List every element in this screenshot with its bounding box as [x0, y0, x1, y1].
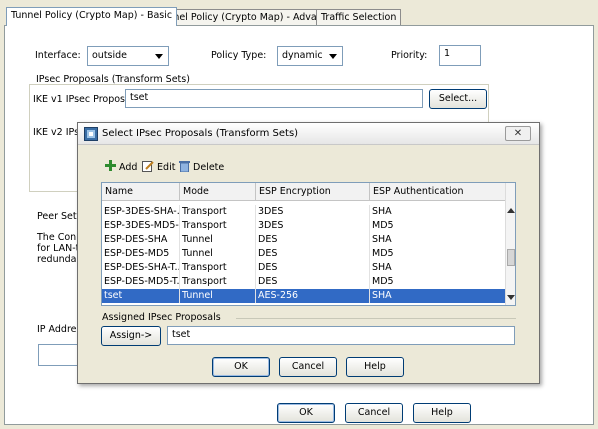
cell-esp-encryption: DES — [256, 261, 370, 275]
cell-name: ESP-DES-MD5 — [102, 247, 180, 261]
dialog-titlebar[interactable]: Select IPsec Proposals (Transform Sets) … — [78, 123, 539, 145]
interface-value: outside — [92, 50, 128, 61]
interface-label: Interface: — [35, 50, 81, 61]
peer-text-line-3: redundan — [37, 254, 83, 265]
interface-select[interactable]: outside — [87, 46, 169, 66]
column-header-esp-encryption[interactable]: ESP Encryption — [256, 183, 370, 201]
column-header-name[interactable]: Name — [102, 183, 180, 201]
dialog-help-button[interactable]: Help — [346, 357, 404, 377]
policy-type-select[interactable]: dynamic — [277, 46, 343, 66]
cell-esp-authentication: MD5 — [370, 219, 507, 233]
dialog-cancel-button[interactable]: Cancel — [279, 357, 337, 377]
add-button[interactable]: Add — [103, 157, 139, 177]
cell-mode: Transport — [180, 261, 256, 275]
dialog-ok-button[interactable]: OK — [212, 357, 270, 377]
cell-esp-encryption: AES-256 — [256, 289, 370, 303]
cell-mode: Transport — [180, 275, 256, 289]
cell-name: ESP-3DES-SHA-... — [104, 205, 180, 219]
delete-button[interactable]: Delete — [177, 157, 226, 177]
cell-esp-authentication: MD5 — [370, 247, 507, 261]
assign-button[interactable]: Assign-> — [101, 326, 161, 346]
tab-traffic-selection[interactable]: Traffic Selection — [316, 9, 402, 25]
chevron-down-icon — [152, 49, 166, 63]
policy-type-label: Policy Type: — [211, 50, 267, 61]
plus-icon — [105, 160, 116, 171]
edit-button[interactable]: Edit — [140, 157, 177, 177]
cell-mode: Tunnel — [180, 233, 256, 247]
scroll-thumb[interactable] — [507, 249, 515, 266]
edit-label: Edit — [157, 162, 176, 173]
cell-name: ESP-DES-SHA — [102, 233, 180, 247]
scroll-down-icon[interactable] — [507, 295, 515, 300]
cell-esp-encryption: DES — [256, 275, 370, 289]
chevron-down-icon — [326, 49, 340, 63]
table-header: Name Mode ESP Encryption ESP Authenticat… — [102, 183, 507, 201]
close-button[interactable]: ✕ — [505, 126, 531, 141]
assigned-divider — [236, 318, 516, 319]
assigned-title: Assigned IPsec Proposals — [102, 312, 221, 323]
cell-name: ESP-3DES-MD5-... — [104, 219, 180, 233]
table-row[interactable]: ESP-DES-MD5-T... Transport DES MD5 — [102, 275, 507, 289]
table-rows: ESP-3DES-SHA-... Transport 3DES SHA ESP-… — [102, 205, 507, 303]
close-icon: ✕ — [513, 128, 523, 139]
priority-label: Priority: — [391, 50, 428, 61]
assigned-proposals-input[interactable]: tset — [167, 326, 515, 345]
help-button[interactable]: Help — [413, 403, 471, 423]
edit-icon — [142, 161, 154, 172]
cell-name: ESP-DES-MD5-T... — [104, 275, 180, 289]
tab-basic[interactable]: Tunnel Policy (Crypto Map) - Basic — [6, 7, 178, 26]
table-row-selected[interactable]: tset Tunnel AES-256 SHA — [102, 289, 507, 303]
cell-esp-authentication: MD5 — [370, 275, 507, 289]
table-row[interactable]: ESP-3DES-SHA-... Transport 3DES SHA — [102, 205, 507, 219]
table-row[interactable]: ESP-DES-SHA Tunnel DES SHA — [102, 233, 507, 247]
select-button[interactable]: Select... — [429, 89, 487, 109]
scroll-up-icon[interactable] — [507, 208, 515, 213]
cell-esp-authentication: SHA — [370, 205, 507, 219]
cell-mode: Transport — [180, 205, 256, 219]
column-header-mode[interactable]: Mode — [180, 183, 256, 201]
table-row[interactable]: ESP-3DES-MD5-... Transport 3DES MD5 — [102, 219, 507, 233]
ok-button[interactable]: OK — [277, 403, 335, 423]
ikev1-label: IKE v1 IPsec Proposal: — [33, 94, 137, 105]
priority-input[interactable]: 1 — [439, 45, 481, 66]
select-ipsec-proposals-dialog: Select IPsec Proposals (Transform Sets) … — [77, 122, 540, 384]
column-header-esp-authentication[interactable]: ESP Authentication — [370, 183, 507, 201]
table-row[interactable]: ESP-DES-SHA-T... Transport DES SHA — [102, 261, 507, 275]
dialog-title: Select IPsec Proposals (Transform Sets) — [102, 128, 299, 139]
ikev1-proposal-input[interactable]: tset — [125, 89, 423, 108]
cell-mode: Tunnel — [180, 247, 256, 261]
cell-name: ESP-DES-SHA-T... — [104, 261, 180, 275]
cell-mode: Tunnel — [180, 289, 256, 303]
delete-label: Delete — [193, 162, 225, 173]
cell-esp-encryption: DES — [256, 233, 370, 247]
cell-esp-authentication: SHA — [370, 289, 507, 303]
table-row[interactable]: ESP-DES-MD5 Tunnel DES MD5 — [102, 247, 507, 261]
cell-name: tset — [102, 289, 180, 303]
cell-esp-encryption: 3DES — [256, 219, 370, 233]
cancel-button[interactable]: Cancel — [345, 403, 403, 423]
cell-esp-authentication: SHA — [370, 261, 507, 275]
add-label: Add — [119, 162, 138, 173]
cell-mode: Transport — [180, 219, 256, 233]
policy-type-value: dynamic — [282, 50, 323, 61]
cell-esp-authentication: SHA — [370, 233, 507, 247]
cell-esp-encryption: DES — [256, 247, 370, 261]
cell-esp-encryption: 3DES — [256, 205, 370, 219]
table-scrollbar[interactable] — [505, 183, 515, 305]
proposals-table[interactable]: Name Mode ESP Encryption ESP Authenticat… — [101, 182, 516, 306]
ip-address-label: IP Addres — [37, 324, 82, 335]
trash-icon — [179, 161, 190, 173]
app-icon — [84, 127, 98, 141]
